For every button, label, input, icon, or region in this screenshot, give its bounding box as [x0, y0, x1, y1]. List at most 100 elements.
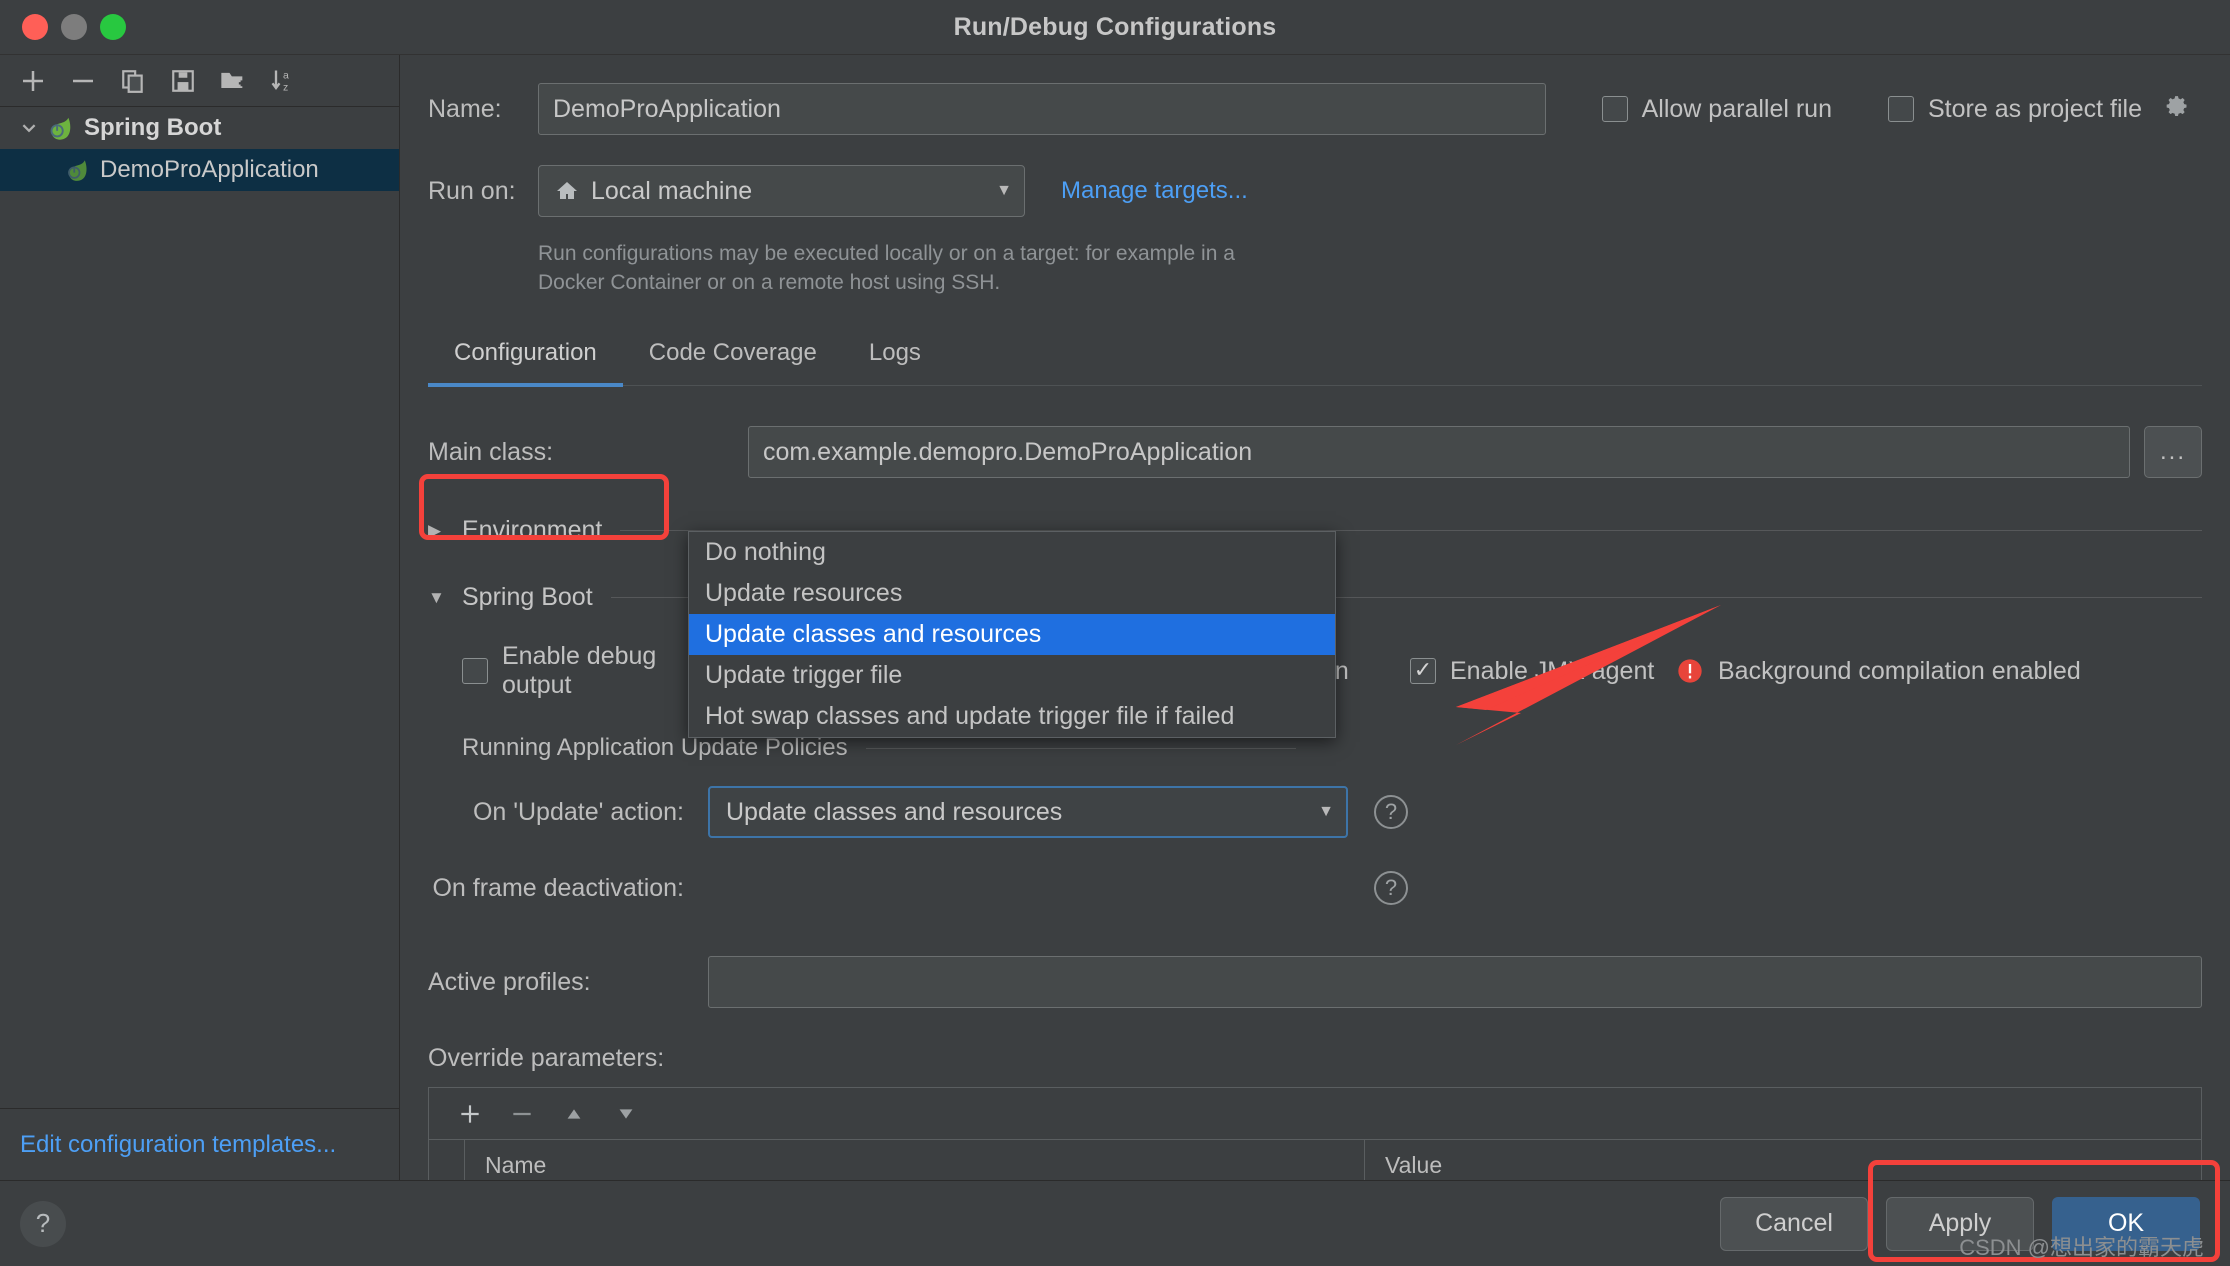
on-update-action-row: On 'Update' action: Update classes and r… — [428, 786, 2202, 838]
parameters-table-header: Name Value — [429, 1140, 2201, 1180]
enable-jmx-agent-label: Enable JMX agent — [1450, 656, 1655, 685]
sidebar-footer: Edit configuration templates... — [0, 1108, 399, 1180]
add-parameter-button[interactable] — [447, 1093, 493, 1135]
tree-group-spring-boot[interactable]: Spring Boot — [0, 107, 399, 149]
column-header-name[interactable]: Name — [465, 1140, 1365, 1180]
spring-boot-leaf-icon — [62, 156, 90, 184]
sidebar-item-demoproapplication[interactable]: DemoProApplication — [0, 149, 399, 191]
spring-boot-section-label: Spring Boot — [462, 583, 593, 611]
tree-item-label: DemoProApplication — [100, 156, 319, 183]
svg-text:a: a — [283, 69, 289, 81]
allow-parallel-run-label: Allow parallel run — [1641, 94, 1832, 123]
move-down-button[interactable] — [603, 1093, 649, 1135]
run-on-label: Run on: — [428, 176, 516, 205]
browse-main-class-button[interactable]: ... — [2144, 426, 2202, 478]
sidebar-toolbar: a z — [0, 55, 399, 107]
svg-text:z: z — [283, 81, 288, 93]
name-input[interactable]: DemoProApplication — [538, 83, 1546, 135]
override-parameters-table: Name Value No parameters added. — [428, 1087, 2202, 1180]
folder-add-icon[interactable] — [208, 59, 258, 103]
checkbox-box[interactable] — [462, 658, 488, 684]
chevron-down-icon[interactable]: ▼ — [428, 588, 462, 608]
on-update-action-label: On 'Update' action: — [472, 797, 684, 826]
help-button[interactable]: ? — [20, 1200, 66, 1247]
run-on-hint: Run configurations may be executed local… — [538, 242, 1235, 294]
top-checkbox-group: Allow parallel run Store as project file — [1601, 94, 2202, 124]
dropdown-option[interactable]: Do nothing — [689, 532, 1335, 573]
main-class-row: Main class: com.example.demopro.DemoProA… — [428, 426, 2202, 478]
override-parameters-label: Override parameters: — [428, 1044, 665, 1072]
main-class-label: Main class: — [428, 437, 554, 466]
run-debug-configurations-window: Run/Debug Configurations a z Spring Boot… — [0, 0, 2230, 1266]
title-bar: Run/Debug Configurations — [0, 0, 2230, 55]
environment-section-label: Environment — [462, 516, 603, 544]
active-profiles-label: Active profiles: — [428, 967, 591, 996]
error-circle-icon — [1676, 657, 1704, 685]
tab-code-coverage[interactable]: Code Coverage — [623, 333, 843, 387]
dropdown-option[interactable]: Update resources — [689, 573, 1335, 614]
tab-configuration[interactable]: Configuration — [428, 333, 623, 387]
help-circle-icon[interactable]: ? — [1374, 871, 1408, 905]
copy-icon[interactable] — [108, 59, 158, 103]
subsection-divider — [865, 747, 1296, 749]
manage-targets-link[interactable]: Manage targets... — [1061, 177, 1248, 205]
on-update-action-select[interactable]: Update classes and resources ▼ — [708, 786, 1348, 838]
watermark: CSDN @想出家的霸天虎 — [1959, 1235, 2204, 1260]
store-as-project-file-label: Store as project file — [1928, 94, 2142, 123]
gear-icon[interactable] — [2162, 95, 2190, 123]
store-as-project-file-checkbox[interactable]: Store as project file — [1888, 95, 2190, 124]
cancel-button[interactable]: Cancel — [1720, 1196, 1868, 1251]
checkbox-box[interactable] — [1410, 658, 1436, 684]
run-on-value: Local machine — [591, 176, 753, 205]
chevron-down-icon[interactable] — [14, 119, 44, 137]
configurations-sidebar: a z Spring Boot DemoProApplication Edit … — [0, 55, 400, 1180]
configuration-panel: Name: DemoProApplication Allow parallel … — [400, 55, 2230, 1180]
move-up-button[interactable] — [551, 1093, 597, 1135]
tree-group-label: Spring Boot — [84, 114, 222, 141]
on-update-action-dropdown[interactable]: Do nothing Update resources Update class… — [688, 531, 1336, 738]
column-header-value[interactable]: Value — [1365, 1140, 2201, 1180]
chevron-right-icon[interactable]: ▶ — [428, 521, 462, 541]
home-icon — [555, 179, 579, 203]
configuration-panel-inner: Name: DemoProApplication Allow parallel … — [400, 55, 2230, 1180]
enable-debug-output-checkbox[interactable]: Enable debug output — [462, 642, 718, 700]
name-label: Name: — [428, 94, 502, 123]
checkbox-box[interactable] — [1601, 96, 1628, 122]
active-profiles-row: Active profiles: — [428, 956, 2202, 1008]
edit-configuration-templates-link[interactable]: Edit configuration templates... — [20, 1131, 336, 1159]
checkbox-box[interactable] — [1888, 96, 1914, 122]
run-on-select[interactable]: Local machine ▼ — [538, 165, 1025, 217]
tab-logs[interactable]: Logs — [843, 333, 947, 387]
remove-parameter-button[interactable] — [499, 1093, 545, 1135]
update-policies-header: Running Application Update Policies — [428, 734, 2202, 762]
background-compilation-warning: Background compilation enabled — [1676, 657, 2081, 686]
save-icon[interactable] — [158, 59, 208, 103]
run-on-row: Run on: Local machine ▼ Manage targets..… — [428, 165, 2202, 217]
chevron-down-icon[interactable]: ▼ — [996, 182, 1012, 200]
dropdown-option[interactable]: Hot swap classes and update trigger file… — [689, 696, 1335, 737]
allow-parallel-run-checkbox[interactable]: Allow parallel run — [1601, 94, 1832, 124]
on-update-action-value: Update classes and resources — [726, 797, 1063, 826]
configuration-tabs: Configuration Code Coverage Logs — [428, 333, 2202, 387]
dropdown-option-selected[interactable]: Update classes and resources — [689, 614, 1335, 655]
remove-button[interactable] — [58, 59, 108, 103]
main-class-input[interactable]: com.example.demopro.DemoProApplication — [748, 426, 2130, 478]
help-circle-icon[interactable]: ? — [1374, 795, 1408, 829]
on-frame-deactivation-label: On frame deactivation: — [432, 873, 684, 902]
background-compilation-label: Background compilation enabled — [1718, 656, 2081, 685]
name-row: Name: DemoProApplication Allow parallel … — [428, 83, 2202, 135]
chevron-down-icon[interactable]: ▼ — [1318, 803, 1334, 821]
on-frame-deactivation-row: On frame deactivation: ? — [428, 862, 2202, 914]
dialog-footer: ? Cancel Apply OK CSDN @想出家的霸天虎 — [0, 1180, 2230, 1266]
add-button[interactable] — [8, 59, 58, 103]
table-gutter — [429, 1140, 465, 1180]
enable-debug-output-label: Enable debug output — [502, 642, 657, 699]
parameters-toolbar — [429, 1088, 2201, 1140]
active-profiles-input[interactable] — [708, 956, 2202, 1008]
configurations-tree: Spring Boot DemoProApplication — [0, 107, 399, 1108]
sort-az-icon[interactable]: a z — [258, 59, 308, 103]
enable-jmx-agent-checkbox[interactable]: Enable JMX agent — [1410, 657, 1676, 686]
update-policies-label: Running Application Update Policies — [462, 734, 848, 761]
dropdown-option[interactable]: Update trigger file — [689, 655, 1335, 696]
spring-boot-icon — [44, 113, 74, 143]
